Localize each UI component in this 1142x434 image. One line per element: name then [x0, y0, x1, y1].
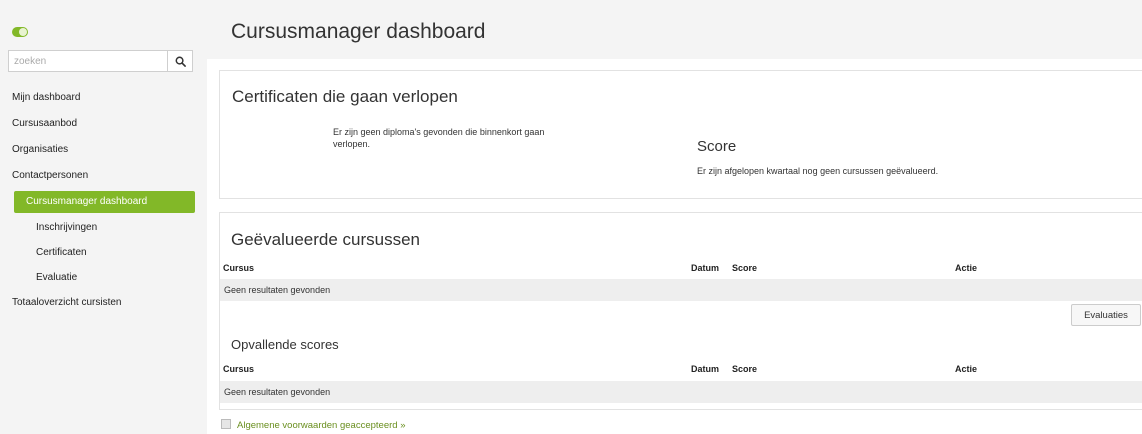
sidebar-nav: Mijn dashboard Cursusaanbod Organisaties… — [0, 85, 207, 316]
sidebar-item-mijn-dashboard[interactable]: Mijn dashboard — [0, 85, 207, 111]
column-header-datum: Datum — [691, 364, 720, 374]
certificates-score-panel: Certificaten die gaan verlopen Er zijn g… — [219, 70, 1142, 199]
search-input[interactable] — [9, 51, 169, 71]
page-header: Cursusmanager dashboard — [207, 0, 1142, 59]
search-button[interactable] — [167, 51, 192, 71]
column-header-actie: Actie — [955, 364, 978, 374]
terms-accepted[interactable]: Algemene voorwaarden geaccepteerd » — [221, 419, 405, 431]
certificates-empty-message: Er zijn geen diploma's gevonden die binn… — [333, 127, 545, 149]
sidebar-item-organisaties[interactable]: Organisaties — [0, 137, 207, 163]
sidebar-item-cursusaanbod[interactable]: Cursusaanbod — [0, 111, 207, 137]
column-header-cursus: Cursus — [223, 263, 255, 273]
notable-table-header: Cursus Datum Score Actie — [220, 362, 1142, 378]
evaluated-empty-row: Geen resultaten gevonden — [220, 279, 1142, 301]
column-header-score: Score — [732, 263, 758, 273]
evaluated-courses-heading: Geëvalueerde cursussen — [231, 230, 421, 249]
evaluaties-button[interactable]: Evaluaties — [1071, 304, 1141, 326]
sidebar: Mijn dashboard Cursusaanbod Organisaties… — [0, 0, 207, 434]
evaluated-table-header: Cursus Datum Score Actie — [220, 261, 1142, 277]
column-header-score: Score — [732, 364, 758, 374]
column-header-actie: Actie — [955, 263, 978, 273]
score-heading: Score — [697, 138, 737, 155]
terms-link[interactable]: Algemene voorwaarden geaccepteerd » — [237, 420, 405, 431]
sidebar-item-evaluatie[interactable]: Evaluatie — [0, 265, 207, 290]
logo-toggle-icon[interactable] — [12, 27, 28, 37]
certificates-heading: Certificaten die gaan verlopen — [232, 87, 458, 106]
column-header-datum: Datum — [691, 263, 720, 273]
column-header-cursus: Cursus — [223, 364, 255, 374]
page-title: Cursusmanager dashboard — [231, 20, 486, 43]
sidebar-item-inschrijvingen[interactable]: Inschrijvingen — [0, 215, 207, 240]
search-icon — [175, 56, 186, 67]
sidebar-item-contactpersonen[interactable]: Contactpersonen — [0, 163, 207, 189]
notable-empty-row: Geen resultaten gevonden — [220, 381, 1142, 403]
score-empty-message: Er zijn afgelopen kwartaal nog geen curs… — [697, 166, 939, 176]
terms-checkbox[interactable] — [221, 419, 231, 430]
search-box — [8, 50, 193, 72]
sidebar-item-totaaloverzicht-cursisten[interactable]: Totaaloverzicht cursisten — [0, 290, 207, 316]
notable-scores-heading: Opvallende scores — [231, 337, 339, 352]
sidebar-item-cursusmanager-dashboard[interactable]: Cursusmanager dashboard — [14, 191, 195, 213]
sidebar-item-certificaten[interactable]: Certificaten — [0, 240, 207, 265]
evaluated-courses-panel: Geëvalueerde cursussen Cursus Datum Scor… — [219, 212, 1142, 410]
